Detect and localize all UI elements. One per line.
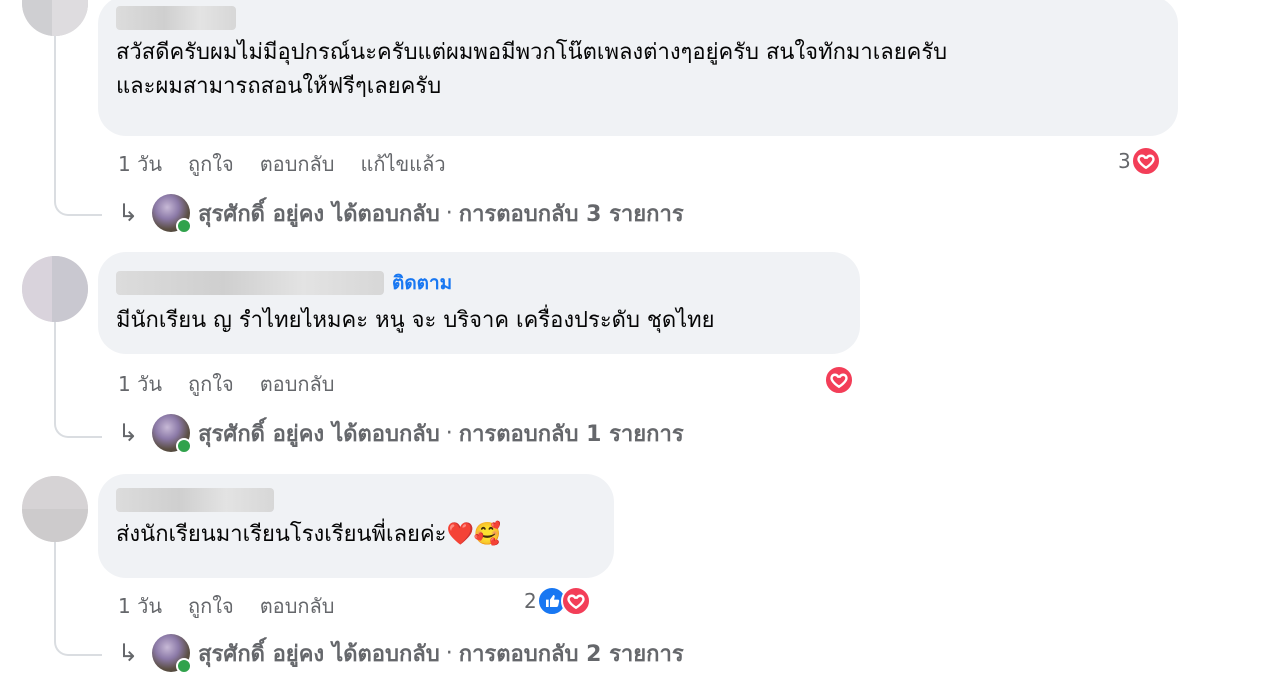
reply-arrow-icon: ↳ [118,639,139,667]
love-icon [560,586,591,616]
reaction-count: 3 [1118,149,1131,173]
comment-actions: 1 วัน ถูกใจ ตอบกลับ [118,590,360,622]
reply-count: การตอบกลับ 3 รายการ [458,201,684,227]
comment: สวัสดีครับผมไม่มีอุปกรณ์นะครับแต่ผมพอมีพ… [0,0,1280,240]
comment-text: สวัสดีครับผมไม่มีอุปกรณ์นะครับแต่ผมพอมีพ… [116,40,948,99]
comment-actions: 1 วัน ถูกใจ ตอบกลับ แก้ไขแล้ว [118,148,472,180]
replied-label: ได้ตอบกลับ [332,641,440,667]
reply-button[interactable]: ตอบกลับ [260,148,335,180]
reply-count: การตอบกลับ 2 รายการ [458,641,684,667]
replier-avatar [152,414,193,454]
comment-timestamp[interactable]: 1 วัน [118,148,162,180]
love-icon [1130,146,1161,176]
comment-timestamp[interactable]: 1 วัน [118,368,162,400]
view-replies-link[interactable]: ↳ สุรศักดิ์ อยู่คง ได้ตอบกลับ · การตอบกล… [118,194,684,234]
online-status-icon [176,438,193,454]
comment-thread: สวัสดีครับผมไม่มีอุปกรณ์นะครับแต่ผมพอมีพ… [0,0,1280,683]
like-button[interactable]: ถูกใจ [188,590,234,622]
online-status-icon [176,218,193,234]
thread-connector [54,542,102,656]
commenter-name-row: ติดตาม [116,268,840,298]
commenter-name-redacted[interactable] [116,488,274,512]
thread-connector [54,322,102,438]
comment-text: มีนักเรียน ญ รำไทยไหมคะ หนู จะ บริจาค เค… [116,308,715,333]
reply-arrow-icon: ↳ [118,199,139,227]
reaction-summary[interactable]: 2 [524,586,591,616]
replied-label: ได้ตอบกลับ [332,421,440,447]
comment-text: ส่งนักเรียนมาเรียนโรงเรียนพี่เลยค่ะ❤️🥰 [116,522,502,547]
like-button[interactable]: ถูกใจ [188,368,234,400]
reply-arrow-icon: ↳ [118,419,139,447]
reply-count: การตอบกลับ 1 รายการ [458,421,684,447]
reaction-summary[interactable]: 3 [1118,146,1161,176]
reply-button[interactable]: ตอบกลับ [260,368,335,400]
separator-dot: · [445,420,453,446]
love-icon [824,365,854,395]
replier-name: สุรศักดิ์ อยู่คง [198,201,325,227]
comment-bubble: ส่งนักเรียนมาเรียนโรงเรียนพี่เลยค่ะ❤️🥰 [98,474,614,578]
comment-bubble: สวัสดีครับผมไม่มีอุปกรณ์นะครับแต่ผมพอมีพ… [98,0,1178,136]
replied-label: ได้ตอบกลับ [332,201,440,227]
comment-timestamp[interactable]: 1 วัน [118,590,162,622]
commenter-name-redacted[interactable] [116,271,384,295]
commenter-avatar[interactable] [22,256,88,322]
comment: ส่งนักเรียนมาเรียนโรงเรียนพี่เลยค่ะ❤️🥰 1… [0,472,1280,683]
comment-bubble: ติดตาม มีนักเรียน ญ รำไทยไหมคะ หนู จะ บร… [98,252,860,354]
comment: ติดตาม มีนักเรียน ญ รำไทยไหมคะ หนู จะ บร… [0,250,1280,465]
like-button[interactable]: ถูกใจ [188,148,234,180]
reply-button[interactable]: ตอบกลับ [260,590,335,622]
comment-actions: 1 วัน ถูกใจ ตอบกลับ [118,368,360,400]
view-replies-link[interactable]: ↳ สุรศักดิ์ อยู่คง ได้ตอบกลับ · การตอบกล… [118,414,684,454]
edited-label[interactable]: แก้ไขแล้ว [360,148,445,180]
separator-dot: · [445,200,453,226]
reaction-summary[interactable] [824,365,854,395]
separator-dot: · [445,640,453,666]
commenter-avatar[interactable] [22,476,88,542]
replier-name: สุรศักดิ์ อยู่คง [198,641,325,667]
online-status-icon [176,658,193,674]
replier-avatar [152,634,193,674]
thread-connector [54,36,102,216]
commenter-name-redacted[interactable] [116,6,236,30]
commenter-avatar[interactable] [22,0,88,36]
reaction-count: 2 [524,589,537,613]
view-replies-link[interactable]: ↳ สุรศักดิ์ อยู่คง ได้ตอบกลับ · การตอบกล… [118,634,684,674]
follow-link[interactable]: ติดตาม [392,268,452,298]
replier-name: สุรศักดิ์ อยู่คง [198,421,325,447]
replier-avatar [152,194,193,234]
